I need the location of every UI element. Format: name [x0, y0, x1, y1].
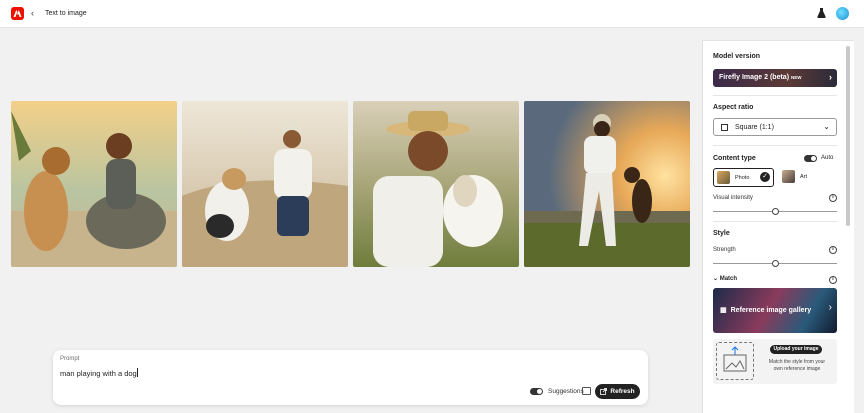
content-type-art[interactable]: Art — [779, 168, 837, 187]
chevron-right-icon: › — [829, 72, 832, 82]
match-label: Match — [719, 276, 738, 282]
upload-description: Match the style from your own reference … — [768, 359, 826, 372]
upload-reference-card: Upload your image Match the style from y… — [713, 339, 837, 384]
scrollbar-thumb[interactable] — [846, 46, 850, 226]
prompt-input[interactable]: man playing with a dog — [60, 368, 138, 378]
chevron-right-icon: › — [828, 302, 832, 313]
top-bar: ‹ Text to image — [0, 0, 864, 28]
content-type-label: Art — [800, 174, 808, 180]
image-upload-icon — [723, 346, 747, 372]
visual-intensity-slider[interactable] — [713, 208, 837, 215]
page-title: Text to image — [45, 10, 87, 17]
info-icon[interactable]: i — [829, 246, 837, 254]
content-type-photo[interactable]: Photo ✓ — [713, 168, 774, 187]
generated-image-4[interactable] — [524, 101, 690, 267]
content-type-label: Photo — [735, 175, 750, 181]
generated-image-2[interactable] — [182, 101, 348, 267]
suggestions-toggle[interactable] — [530, 388, 543, 395]
auto-label: Auto — [821, 155, 834, 161]
chevron-down-icon: ⌄ — [823, 122, 830, 131]
divider — [713, 95, 837, 96]
panel-scrollbar[interactable] — [845, 44, 851, 399]
info-icon[interactable]: i — [829, 194, 837, 202]
info-icon[interactable]: i — [829, 276, 837, 284]
adobe-logo-icon[interactable] — [11, 7, 24, 20]
upload-image-button[interactable]: Upload your image — [770, 345, 822, 354]
slider-handle[interactable] — [772, 208, 779, 215]
divider — [713, 221, 837, 222]
new-badge: NEW — [791, 75, 802, 80]
text-caret — [136, 368, 138, 377]
prompt-label: Prompt — [60, 356, 80, 362]
visual-intensity-label: Visual intensity — [713, 195, 753, 201]
refresh-button[interactable]: Refresh — [595, 384, 640, 399]
model-version-button[interactable]: Firefly Image 2 (beta) NEW › — [713, 69, 837, 87]
art-thumbnail — [782, 170, 795, 183]
suggestions-label: Suggestions — [548, 388, 584, 395]
prompt-box: Prompt man playing with a dog Suggestion… — [53, 350, 648, 405]
slider-handle[interactable] — [772, 260, 779, 267]
chevron-left-icon[interactable]: ‹ — [31, 8, 34, 18]
match-section-toggle[interactable]: ⌄ Match — [713, 275, 737, 282]
model-name: Firefly Image 2 (beta) — [719, 74, 790, 81]
photo-thumbnail — [717, 171, 730, 184]
suggestions-icon[interactable] — [582, 387, 591, 395]
generated-image-1[interactable] — [11, 101, 177, 267]
avatar[interactable] — [836, 7, 849, 20]
strength-slider[interactable] — [713, 260, 837, 267]
aspect-ratio-select[interactable]: Square (1:1) ⌄ — [713, 118, 837, 136]
generated-image-3[interactable] — [353, 101, 519, 267]
reference-image-gallery-button[interactable]: ▦ Reference image gallery › — [713, 288, 837, 333]
content-type-heading: Content type — [713, 155, 756, 162]
divider — [713, 145, 837, 146]
flask-icon[interactable] — [817, 7, 826, 20]
checkmark-icon: ✓ — [760, 172, 770, 182]
gallery-label: Reference image gallery — [730, 306, 812, 314]
auto-toggle[interactable] — [804, 155, 817, 162]
model-version-heading: Model version — [713, 53, 761, 60]
chevron-down-icon: ⌄ — [713, 276, 719, 282]
style-heading: Style — [713, 230, 730, 237]
prompt-input-value: man playing with a dog — [60, 369, 137, 378]
aspect-ratio-heading: Aspect ratio — [713, 104, 754, 111]
strength-label: Strength — [713, 247, 736, 253]
square-icon — [721, 124, 728, 131]
refresh-label: Refresh — [610, 388, 635, 395]
grid-icon: ▦ — [720, 307, 727, 314]
settings-panel: Model version Firefly Image 2 (beta) NEW… — [702, 40, 854, 413]
aspect-ratio-value: Square (1:1) — [735, 124, 774, 131]
refresh-icon — [600, 388, 608, 395]
upload-image-dropzone[interactable] — [716, 342, 754, 380]
